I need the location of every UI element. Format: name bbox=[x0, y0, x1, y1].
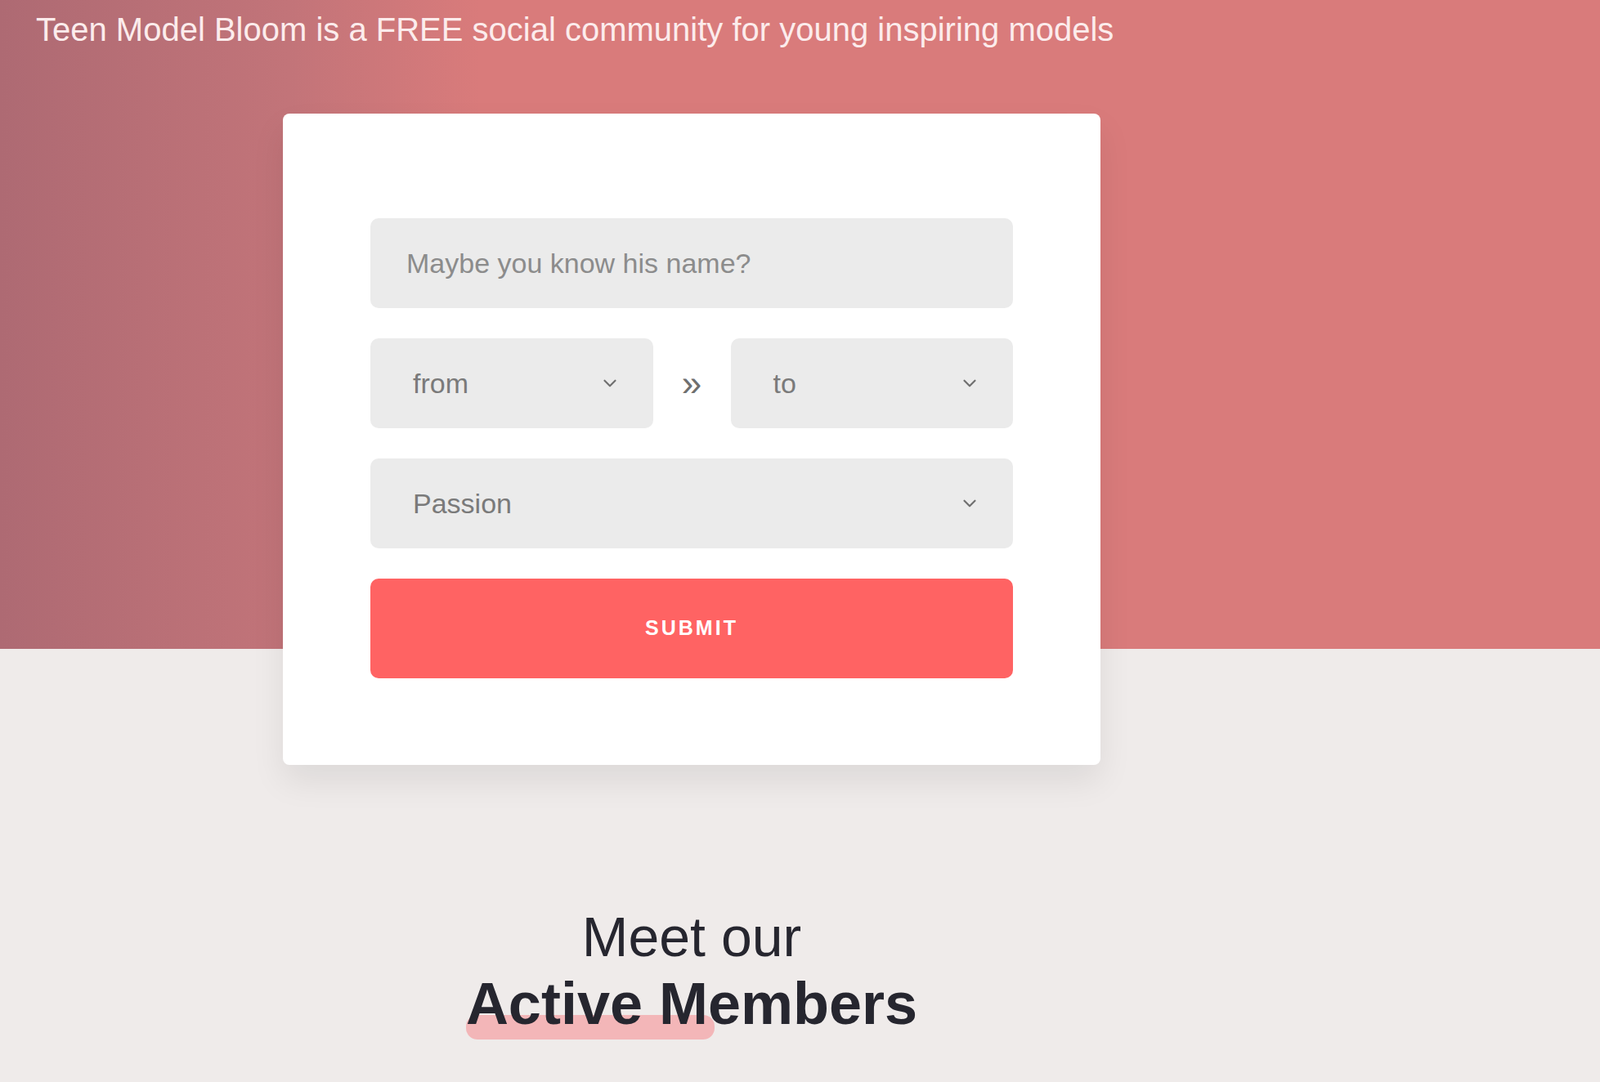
members-heading: Meet ourActive Members bbox=[282, 904, 1101, 1039]
from-select[interactable]: from bbox=[370, 338, 654, 429]
to-select[interactable]: to bbox=[730, 338, 1014, 429]
page: Teen Model Bloom is a FREE social commun… bbox=[0, 0, 1600, 1082]
submit-button[interactable]: SUBMIT bbox=[370, 578, 1013, 679]
chevron-down-icon bbox=[959, 492, 981, 515]
chevron-down-icon bbox=[599, 372, 621, 395]
name-input[interactable]: Maybe you know his name? bbox=[370, 218, 1013, 309]
age-range-row: from » to bbox=[370, 338, 1013, 429]
heading-line-1: Meet our bbox=[582, 904, 802, 970]
from-select-label: from bbox=[412, 363, 469, 405]
hero-title: Teen Model Bloom is a FREE social commun… bbox=[0, 0, 1600, 50]
chevron-down-icon bbox=[959, 372, 981, 395]
passion-select[interactable]: Passion bbox=[370, 458, 1013, 549]
search-card: Maybe you know his name? from » to Passion SU… bbox=[282, 113, 1101, 766]
heading-line-2: Active Members bbox=[466, 971, 918, 1037]
passion-select-label: Passion bbox=[412, 483, 512, 525]
range-arrow-icon: » bbox=[653, 365, 731, 402]
to-select-label: to bbox=[773, 363, 797, 405]
